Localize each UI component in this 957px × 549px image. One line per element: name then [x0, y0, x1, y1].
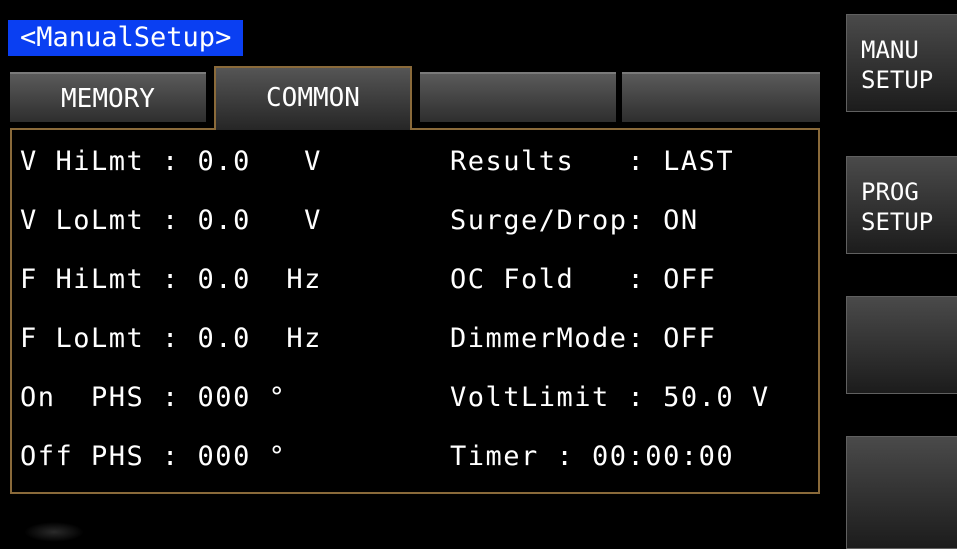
- results-row[interactable]: Results : LAST: [450, 146, 734, 178]
- v-hilmt-row[interactable]: V HiLmt : 0.0 V: [20, 146, 322, 178]
- instrument-screen: <ManualSetup> MEMORY COMMON V HiLmt : 0.…: [0, 0, 957, 549]
- page-title: <ManualSetup>: [8, 20, 244, 56]
- on-phs-row[interactable]: On PHS : 000 °: [20, 382, 286, 414]
- tab-common[interactable]: COMMON: [214, 66, 412, 130]
- prog-setup-button[interactable]: PROG SETUP: [846, 156, 957, 254]
- surge-drop-row[interactable]: Surge/Drop: ON: [450, 205, 699, 237]
- screen-smudge: [24, 522, 84, 542]
- f-hilmt-row[interactable]: F HiLmt : 0.0 Hz: [20, 264, 322, 296]
- off-phs-row[interactable]: Off PHS : 000 °: [20, 441, 286, 473]
- f-lolmt-row[interactable]: F LoLmt : 0.0 Hz: [20, 323, 322, 355]
- volt-limit-row[interactable]: VoltLimit : 50.0 V: [450, 382, 770, 414]
- manu-setup-button[interactable]: MANU SETUP: [846, 14, 957, 112]
- settings-panel: V HiLmt : 0.0 V V LoLmt : 0.0 V F HiLmt …: [10, 128, 820, 494]
- oc-fold-row[interactable]: OC Fold : OFF: [450, 264, 716, 296]
- timer-row[interactable]: Timer : 00:00:00: [450, 441, 734, 473]
- dimmer-mode-row[interactable]: DimmerMode: OFF: [450, 323, 716, 355]
- tab-bar: MEMORY COMMON: [10, 66, 822, 130]
- tab-memory[interactable]: MEMORY: [10, 72, 206, 122]
- tab-blank-4[interactable]: [622, 72, 820, 122]
- v-lolmt-row[interactable]: V LoLmt : 0.0 V: [20, 205, 322, 237]
- softkey-4-button[interactable]: [846, 436, 957, 549]
- softkey-3-button[interactable]: [846, 296, 957, 394]
- tab-blank-3[interactable]: [420, 72, 616, 122]
